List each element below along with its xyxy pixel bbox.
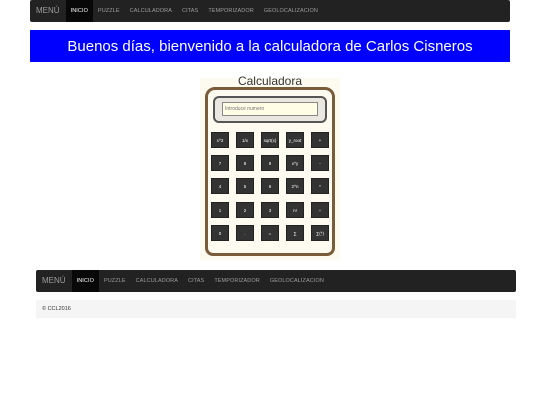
calc-button[interactable]: x^y — [286, 155, 304, 171]
calc-button[interactable]: 5 — [236, 178, 254, 194]
calc-button[interactable]: sqrt(x) — [261, 132, 279, 148]
menu-brand[interactable]: MENÚ — [30, 0, 66, 22]
number-input[interactable] — [222, 102, 318, 116]
calc-button[interactable]: 8 — [236, 155, 254, 171]
calc-button[interactable]: ∑ — [286, 225, 304, 241]
calculator-title: Calculadora — [237, 74, 303, 88]
calc-button[interactable]: 1/x — [236, 132, 254, 148]
calc-button[interactable]: ∑(*) — [311, 225, 329, 241]
nav-item-calculadora[interactable]: CALCULADORA — [131, 270, 183, 292]
nav-item-geolocalizacion[interactable]: GEOLOCALIZACION — [259, 0, 323, 22]
calc-button[interactable]: 7 — [211, 155, 229, 171]
calc-button[interactable]: = — [261, 225, 279, 241]
calc-button[interactable]: 3 — [261, 202, 279, 218]
copyright-text: © CCL2016 — [42, 306, 71, 312]
calc-button[interactable]: 2 — [236, 202, 254, 218]
nav-item-temporizador[interactable]: TEMPORIZADOR — [209, 270, 265, 292]
menu-brand[interactable]: MENÚ — [36, 270, 72, 292]
calculator: x^2 1/x sqrt(x) y_root +789 x^y- 456 2^n * 123 n! ÷… — [200, 78, 340, 260]
nav-item-calculadora[interactable]: CALCULADORA — [125, 0, 177, 22]
calc-button[interactable]: y_root — [286, 132, 304, 148]
calc-button[interactable]: 9 — [261, 155, 279, 171]
welcome-banner: Buenos días, bienvenido a la calculadora… — [30, 30, 510, 62]
calc-button[interactable]: ÷ — [311, 202, 329, 218]
footer: © CCL2016 — [36, 300, 516, 318]
nav-item-geolocalizacion[interactable]: GEOLOCALIZACION — [265, 270, 329, 292]
calc-button[interactable]: 1 — [211, 202, 229, 218]
calc-button[interactable]: - — [311, 155, 329, 171]
nav-item-citas[interactable]: CITAS — [177, 0, 203, 22]
nav-item-puzzle[interactable]: PUZZLE — [99, 270, 131, 292]
nav-item-temporizador[interactable]: TEMPORIZADOR — [203, 0, 259, 22]
calc-button[interactable]: 4 — [211, 178, 229, 194]
welcome-text: Buenos días, bienvenido a la calculadora… — [67, 37, 473, 55]
nav-item-inicio[interactable]: INICIO — [71, 270, 99, 292]
nav-item-puzzle[interactable]: PUZZLE — [93, 0, 125, 22]
calc-button[interactable]: 6 — [261, 178, 279, 194]
bottom-navbar: MENÚ INICIO PUZZLE CALCULADORA CITAS TEM… — [36, 270, 516, 292]
calc-button[interactable]: . — [236, 225, 254, 241]
top-navbar: MENÚ INICIO PUZZLE CALCULADORA CITAS TEM… — [30, 0, 510, 22]
calc-button[interactable]: x^2 — [211, 132, 229, 148]
calculator-display — [213, 96, 327, 123]
nav-item-inicio[interactable]: INICIO — [65, 0, 93, 22]
calc-button[interactable]: * — [311, 178, 329, 194]
nav-item-citas[interactable]: CITAS — [183, 270, 209, 292]
calc-button[interactable]: 0 — [211, 225, 229, 241]
calc-button[interactable]: 2^n — [286, 178, 304, 194]
calc-button[interactable]: n! — [286, 202, 304, 218]
calc-button[interactable]: + — [311, 132, 329, 148]
